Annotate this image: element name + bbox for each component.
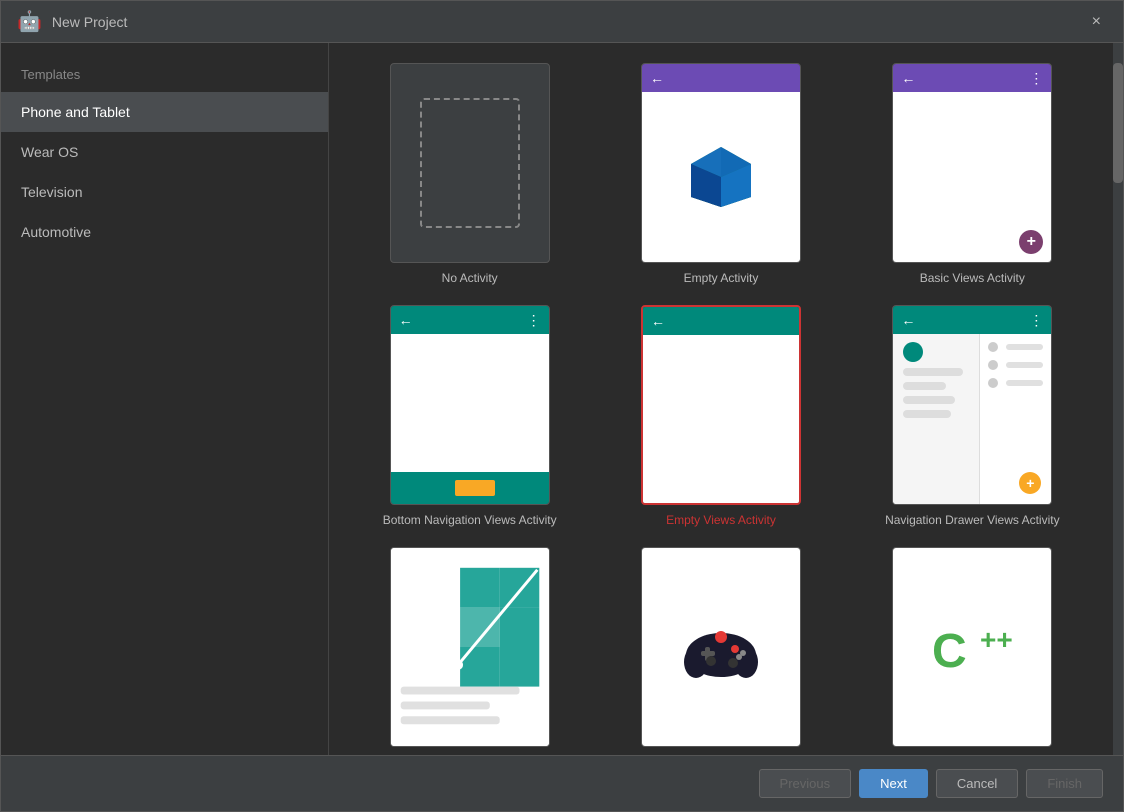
template-label-bottom-nav: Bottom Navigation Views Activity	[383, 513, 557, 527]
list-line-2	[1006, 362, 1043, 368]
back-arrow-icon: ←	[650, 70, 664, 86]
template-label-basic-views: Basic Views Activity	[920, 271, 1025, 285]
android-icon: 🤖	[17, 9, 42, 34]
dialog-title: New Project	[52, 14, 1086, 30]
empty-activity-bar: ←	[642, 64, 800, 92]
drawer-list-row-1	[980, 334, 1051, 356]
yellow-nav-indicator	[455, 480, 495, 496]
no-activity-dashed-box	[420, 98, 520, 228]
close-button[interactable]: ×	[1086, 11, 1107, 33]
menu-dots-icon-bv: ⋮	[1029, 70, 1043, 87]
template-label-empty-activity: Empty Activity	[684, 271, 759, 285]
add-button-bv: +	[1019, 230, 1043, 254]
template-thumb-empty-activity: ←	[641, 63, 801, 263]
back-arrow-icon-bv: ←	[901, 70, 915, 86]
sidebar-item-wear-os[interactable]: Wear OS	[1, 132, 328, 172]
cancel-button[interactable]: Cancel	[936, 769, 1018, 798]
list-circle-3	[988, 378, 998, 388]
chart-svg	[390, 548, 550, 746]
list-circle-1	[988, 342, 998, 352]
sidebar-item-automotive[interactable]: Automotive	[1, 212, 328, 252]
template-bottom-navigation[interactable]: ← ⋮ Bottom Navigation Views Activity	[359, 305, 580, 527]
drawer-line-4	[903, 410, 950, 418]
drawer-line-1	[903, 368, 963, 376]
drawer-list-row-2	[980, 356, 1051, 374]
template-label-empty-views: Empty Views Activity	[666, 513, 776, 527]
drawer-panel	[893, 334, 980, 504]
nav-drawer-bar: ← ⋮	[893, 306, 1051, 334]
fab-icon: +	[1019, 472, 1041, 494]
svg-text:++: ++	[980, 624, 1013, 655]
empty-views-content	[643, 335, 799, 503]
nav-drawer-content: +	[893, 334, 1051, 504]
bottom-nav-content	[391, 334, 549, 472]
list-circle-2	[988, 360, 998, 370]
bottom-nav-bar: ← ⋮	[391, 306, 549, 334]
android-cube-icon	[686, 142, 756, 212]
template-native-cpp[interactable]: C ++ Native C++	[862, 547, 1083, 755]
templates-grid: No Activity ←	[359, 63, 1083, 755]
basic-views-bar: ← ⋮	[893, 64, 1051, 92]
back-arrow-icon-nd: ←	[901, 312, 915, 328]
list-line-1	[1006, 344, 1043, 350]
template-thumb-basic-views: ← ⋮ +	[892, 63, 1052, 263]
template-thumb-responsive	[390, 547, 550, 747]
empty-views-bar: ←	[643, 307, 799, 335]
game-controller-icon	[681, 607, 761, 687]
templates-grid-container: No Activity ←	[329, 43, 1113, 755]
bottom-nav-bar-yellow	[391, 472, 549, 504]
template-thumb-game	[641, 547, 801, 747]
template-thumb-empty-views: ←	[641, 305, 801, 505]
empty-activity-content	[642, 92, 800, 262]
sidebar-item-television[interactable]: Television	[1, 172, 328, 212]
template-navigation-drawer[interactable]: ← ⋮	[862, 305, 1083, 527]
basic-views-content: +	[893, 92, 1051, 262]
template-empty-views-activity[interactable]: ← Empty Views Activity	[610, 305, 831, 527]
previous-button[interactable]: Previous	[759, 769, 852, 798]
menu-dots-icon-nd: ⋮	[1029, 312, 1043, 329]
dialog-body: Templates Phone and Tablet Wear OS Telev…	[1, 43, 1123, 755]
next-button[interactable]: Next	[859, 769, 928, 798]
template-thumb-cpp: C ++	[892, 547, 1052, 747]
svg-text:C: C	[932, 625, 967, 678]
template-basic-views-activity[interactable]: ← ⋮ + Basic Views Activity	[862, 63, 1083, 285]
template-no-activity[interactable]: No Activity	[359, 63, 580, 285]
scrollbar-thumb[interactable]	[1113, 63, 1123, 183]
drawer-avatar	[903, 342, 923, 362]
cpp-icon: C ++	[922, 607, 1022, 687]
template-label-no-activity: No Activity	[442, 271, 498, 285]
finish-button[interactable]: Finish	[1026, 769, 1103, 798]
template-responsive-views[interactable]: Responsive Views Activity	[359, 547, 580, 755]
drawer-line-2	[903, 382, 946, 390]
template-game-activity[interactable]: Game Activity	[610, 547, 831, 755]
template-empty-activity[interactable]: ←	[610, 63, 831, 285]
drawer-list-row-3	[980, 374, 1051, 392]
list-line-3	[1006, 380, 1043, 386]
back-arrow-icon-ev: ←	[651, 313, 665, 329]
scrollbar-track[interactable]	[1113, 43, 1123, 755]
back-arrow-icon-bn: ←	[399, 312, 413, 328]
template-label-nav-drawer: Navigation Drawer Views Activity	[885, 513, 1060, 527]
sidebar-item-phone-tablet[interactable]: Phone and Tablet	[1, 92, 328, 132]
templates-section-label: Templates	[1, 51, 328, 92]
sidebar: Templates Phone and Tablet Wear OS Telev…	[1, 43, 329, 755]
drawer-line-3	[903, 396, 955, 404]
template-thumb-no-activity	[390, 63, 550, 263]
menu-dots-icon-bn: ⋮	[527, 312, 541, 329]
dialog-header: 🤖 New Project ×	[1, 1, 1123, 43]
new-project-dialog: 🤖 New Project × Templates Phone and Tabl…	[0, 0, 1124, 812]
template-thumb-nav-drawer: ← ⋮	[892, 305, 1052, 505]
template-thumb-bottom-nav: ← ⋮	[390, 305, 550, 505]
dialog-footer: Previous Next Cancel Finish	[1, 755, 1123, 811]
